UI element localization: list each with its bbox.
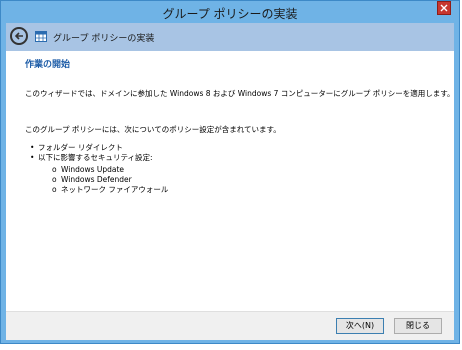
title-bar[interactable]: グループ ポリシーの実装 <box>1 1 459 23</box>
back-arrow-icon <box>14 32 23 40</box>
wizard-footer: 次へ(N) 閉じる <box>6 311 454 340</box>
policy-list: • フォルダー リダイレクト • 以下に影響するセキュリティ設定: <box>30 143 153 163</box>
list-item: • フォルダー リダイレクト <box>30 143 153 153</box>
close-icon <box>440 4 448 12</box>
circle-bullet-icon: o <box>52 185 57 194</box>
list-item-text: Windows Update <box>61 165 125 174</box>
window-title: グループ ポリシーの実装 <box>162 7 298 21</box>
next-button[interactable]: 次へ(N) <box>336 318 384 334</box>
wizard-description: このウィザードでは、ドメインに参加した Windows 8 および Window… <box>25 89 455 98</box>
list-item: o Windows Update <box>52 165 168 175</box>
close-button[interactable]: 閉じる <box>394 318 442 334</box>
list-item-text: 以下に影響するセキュリティ設定: <box>38 153 153 162</box>
bullet-icon: • <box>30 143 35 152</box>
grid-icon <box>35 31 47 42</box>
bullet-icon: • <box>30 153 35 162</box>
policy-intro: このグループ ポリシーには、次についてのポリシー設定が含まれています。 <box>25 125 281 134</box>
circle-bullet-icon: o <box>52 175 57 184</box>
security-settings-list: o Windows Update o Windows Defender o ネットワー… <box>52 165 168 195</box>
list-item-text: フォルダー リダイレクト <box>38 143 123 152</box>
back-button[interactable] <box>10 27 28 45</box>
close-window-button[interactable] <box>437 1 451 15</box>
wizard-header: グループ ポリシーの実装 <box>6 23 454 51</box>
wizard-header-title: グループ ポリシーの実装 <box>53 34 155 44</box>
list-item-text: ネットワーク ファイアウォール <box>61 185 169 194</box>
circle-bullet-icon: o <box>52 165 57 174</box>
list-item: o ネットワーク ファイアウォール <box>52 185 168 195</box>
list-item: o Windows Defender <box>52 175 168 185</box>
list-item: • 以下に影響するセキュリティ設定: <box>30 153 153 163</box>
page-heading: 作業の開始 <box>25 60 71 70</box>
list-item-text: Windows Defender <box>61 175 132 184</box>
